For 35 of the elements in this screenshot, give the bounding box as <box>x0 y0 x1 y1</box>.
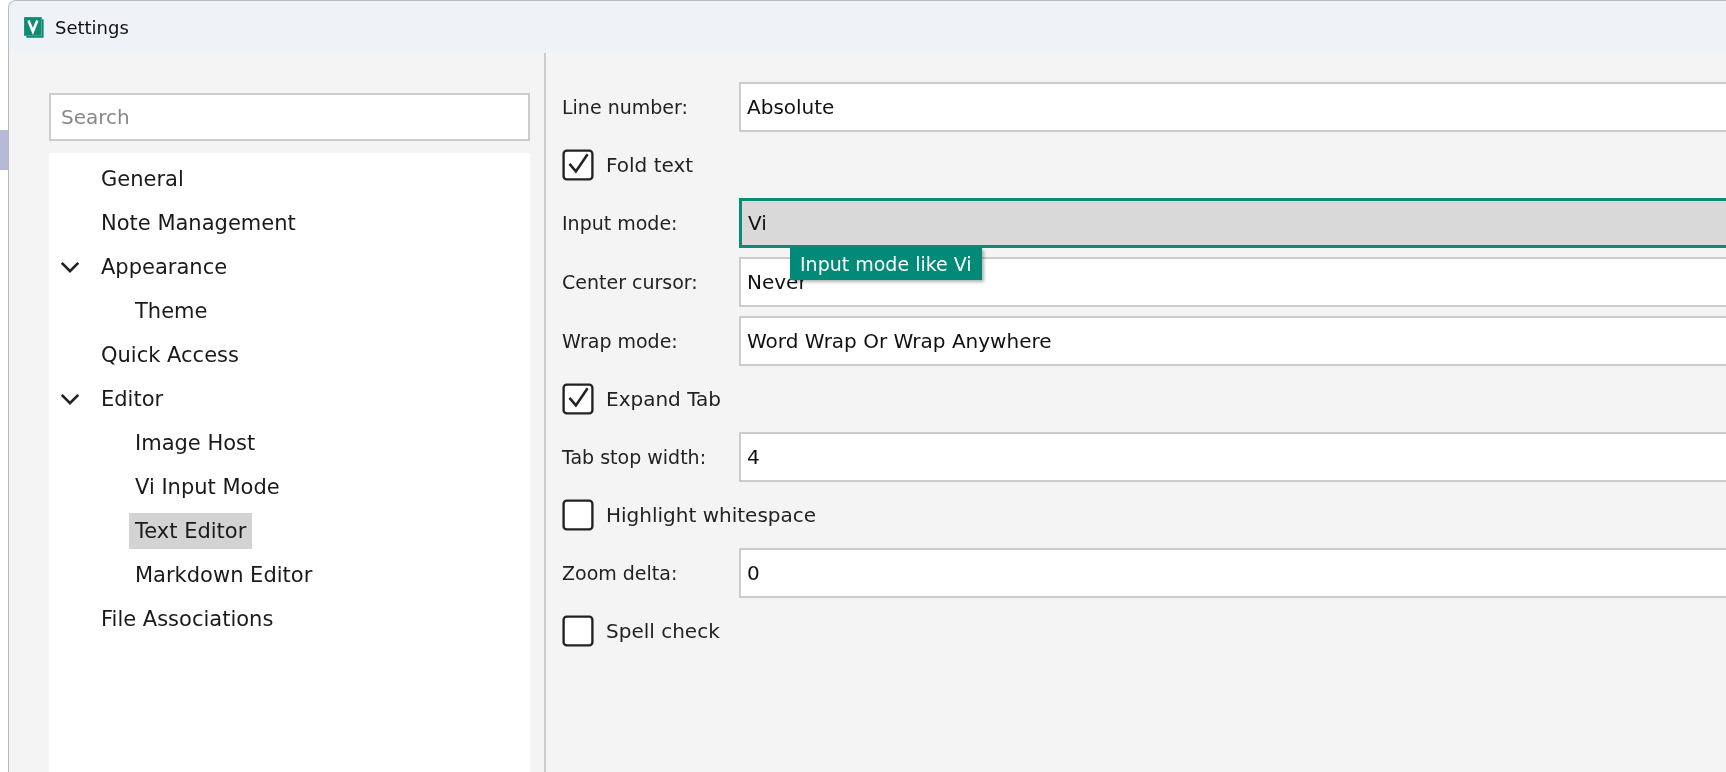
app-logo-icon <box>23 16 45 38</box>
setting-field[interactable]: 0 <box>739 547 1726 598</box>
setting-label: Wrap mode: <box>562 329 679 352</box>
search-field[interactable]: Search <box>49 93 530 141</box>
tree-item[interactable]: Theme <box>129 293 214 329</box>
tree-item[interactable]: Appearance <box>95 249 234 285</box>
tree-item[interactable]: File Associations <box>95 601 280 637</box>
setting-field[interactable]: Absolute <box>739 81 1726 132</box>
checkbox-label: Expand Tab <box>606 386 721 411</box>
checkbox[interactable] <box>562 498 594 531</box>
checkbox-label: Fold text <box>606 152 694 177</box>
tree-item[interactable]: Editor <box>95 381 170 417</box>
tree-item[interactable]: Vi Input Mode <box>129 469 286 505</box>
checkbox[interactable] <box>562 148 594 181</box>
setting-field[interactable]: 4 <box>739 431 1726 482</box>
checkbox[interactable] <box>562 382 594 415</box>
tree-item[interactable]: Note Management <box>95 205 302 241</box>
setting-field[interactable]: Word Wrap Or Wrap Anywhere <box>739 315 1726 366</box>
checkbox-label: Highlight whitespace <box>606 502 817 527</box>
tree-item[interactable]: Markdown Editor <box>129 557 319 593</box>
window-title: Settings <box>55 16 129 38</box>
checkbox-label: Spell check <box>606 618 720 643</box>
tree-item[interactable]: Quick Access <box>95 337 245 373</box>
setting-label: Zoom delta: <box>562 561 679 584</box>
background-window <box>0 130 8 170</box>
setting-field[interactable]: Vi <box>739 197 1726 248</box>
tree-item[interactable]: Text Editor <box>129 513 253 549</box>
tree-item[interactable]: Image Host <box>129 425 262 461</box>
checkbox[interactable] <box>562 614 594 647</box>
setting-label: Input mode: <box>562 211 679 234</box>
setting-label: Center cursor: <box>562 270 699 293</box>
setting-label: Line number: <box>562 95 689 118</box>
setting-label: Tab stop width: <box>562 445 708 468</box>
tree-item[interactable]: General <box>95 161 190 197</box>
tooltip: Input mode like Vi <box>790 247 982 280</box>
